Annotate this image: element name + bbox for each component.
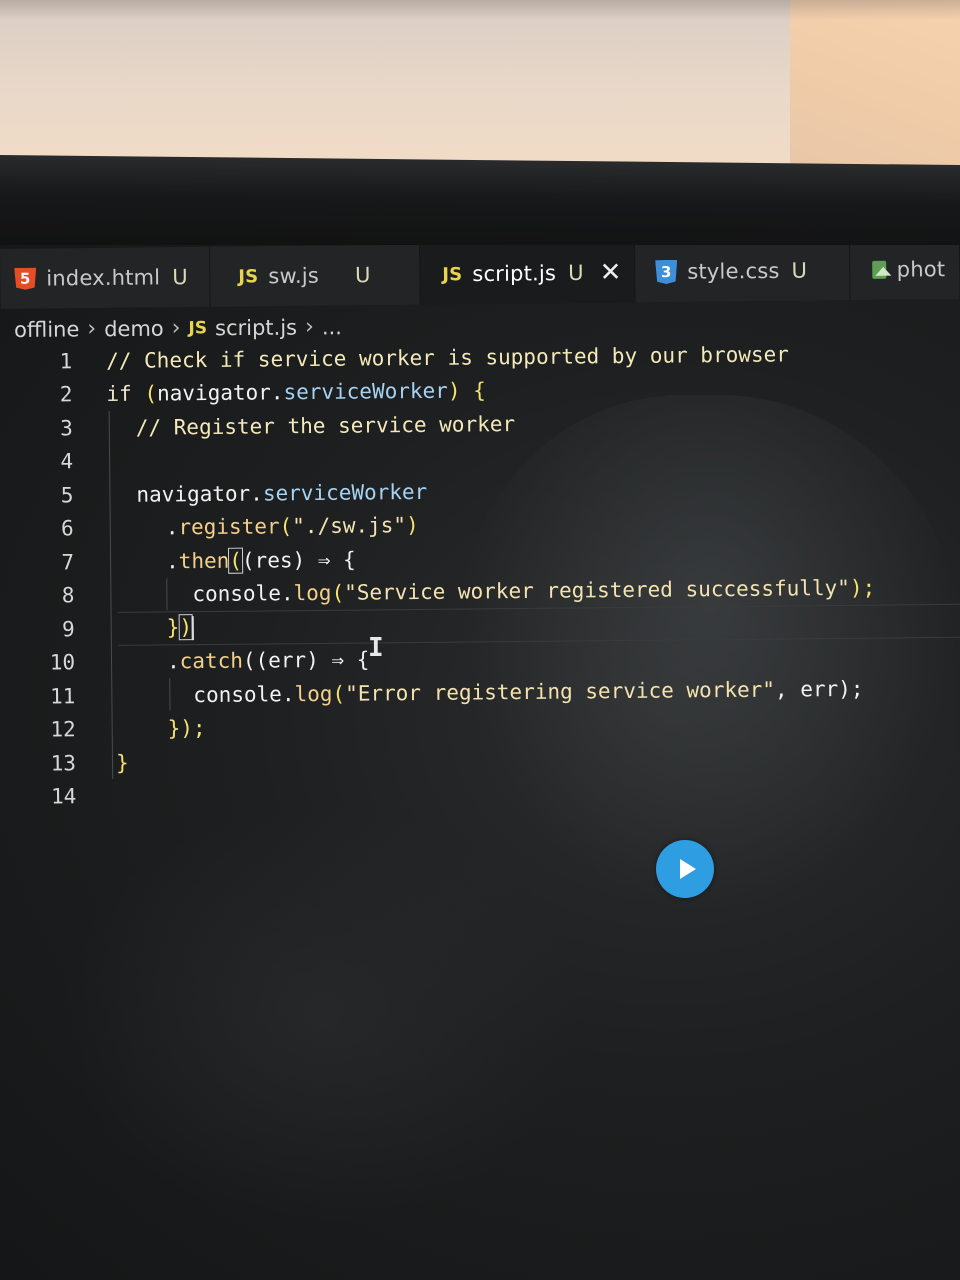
code-text: // Register the service worker (135, 411, 516, 440)
tab-status: U (791, 258, 808, 283)
chevron-right-icon: › (304, 314, 314, 340)
line-number: 11 (49, 684, 76, 709)
tab-style-css[interactable]: 3 style.css U (634, 245, 851, 303)
room-wall-corner (790, 0, 960, 165)
line-number: 8 (61, 583, 75, 608)
ibeam-cursor-icon: I (368, 633, 384, 663)
html5-icon: 5 (14, 268, 36, 290)
chevron-right-icon: › (171, 315, 181, 341)
tab-status: U (354, 263, 371, 288)
tab-label: sw.js (268, 263, 320, 289)
line-number: 6 (60, 516, 74, 541)
js-icon: JS (442, 263, 463, 285)
editor-screen: 5 index.html U JS sw.js U JS script.js U… (0, 245, 960, 1280)
tab-status: U (568, 260, 584, 286)
line-number: 12 (50, 717, 76, 742)
code-text: navigator.serviceWorker (136, 479, 428, 507)
code-text: .catch((err) ⇒ { (166, 647, 370, 674)
code-editor[interactable]: 1 // Check if service worker is supporte… (0, 336, 960, 814)
code-text: console.log("Error registering service w… (193, 676, 864, 707)
tab-sw-js[interactable]: JS sw.js U (209, 245, 421, 307)
line-number: 5 (60, 483, 74, 508)
breadcrumb-file[interactable]: script.js (215, 315, 297, 340)
line-number: 14 (50, 784, 77, 809)
code-text: } (115, 750, 129, 775)
image-icon (872, 260, 887, 279)
line-number: 10 (49, 650, 76, 675)
code-text: if (navigator.serviceWorker) { (106, 378, 486, 407)
breadcrumb-folder[interactable]: offline (14, 317, 79, 342)
breadcrumb-more[interactable]: ... (322, 315, 342, 339)
tab-photo[interactable]: phot (849, 245, 960, 301)
line-number: 4 (60, 449, 74, 474)
play-button[interactable] (656, 840, 714, 898)
breadcrumb-folder[interactable]: demo (104, 316, 164, 341)
line-number: 9 (61, 617, 75, 642)
chevron-right-icon: › (87, 316, 97, 342)
code-text: // Check if service worker is supported … (106, 342, 789, 373)
tab-index-html[interactable]: 5 index.html U (0, 246, 211, 309)
tab-label: index.html (46, 265, 161, 291)
tab-label: script.js (472, 261, 557, 287)
code-text: .then((res) ⇒ { (165, 547, 356, 574)
close-icon[interactable]: ✕ (600, 257, 622, 287)
code-text: .register("./sw.js") (165, 513, 419, 540)
tab-status: U (172, 265, 188, 290)
ceiling-shadow (0, 0, 960, 20)
line-number: 3 (60, 416, 73, 441)
line-number: 2 (59, 382, 73, 407)
editor-tab-bar: 5 index.html U JS sw.js U JS script.js U… (0, 245, 960, 309)
line-number: 1 (59, 349, 73, 374)
breadcrumb: offline › demo › JS script.js › ... (14, 314, 342, 342)
css3-icon: 3 (655, 260, 677, 284)
tab-label: phot (896, 257, 946, 282)
js-icon: JS (188, 317, 208, 338)
line-number: 7 (61, 550, 75, 575)
code-text: }); (167, 716, 206, 741)
tab-label: style.css (687, 258, 780, 284)
line-number: 13 (50, 751, 77, 776)
code-text: console.log("Service worker registered s… (192, 575, 876, 607)
screen-reflection (60, 805, 580, 1225)
bracket-match: ( (228, 547, 244, 574)
js-icon: JS (238, 265, 259, 288)
tab-script-js[interactable]: JS script.js U ✕ (419, 245, 636, 305)
